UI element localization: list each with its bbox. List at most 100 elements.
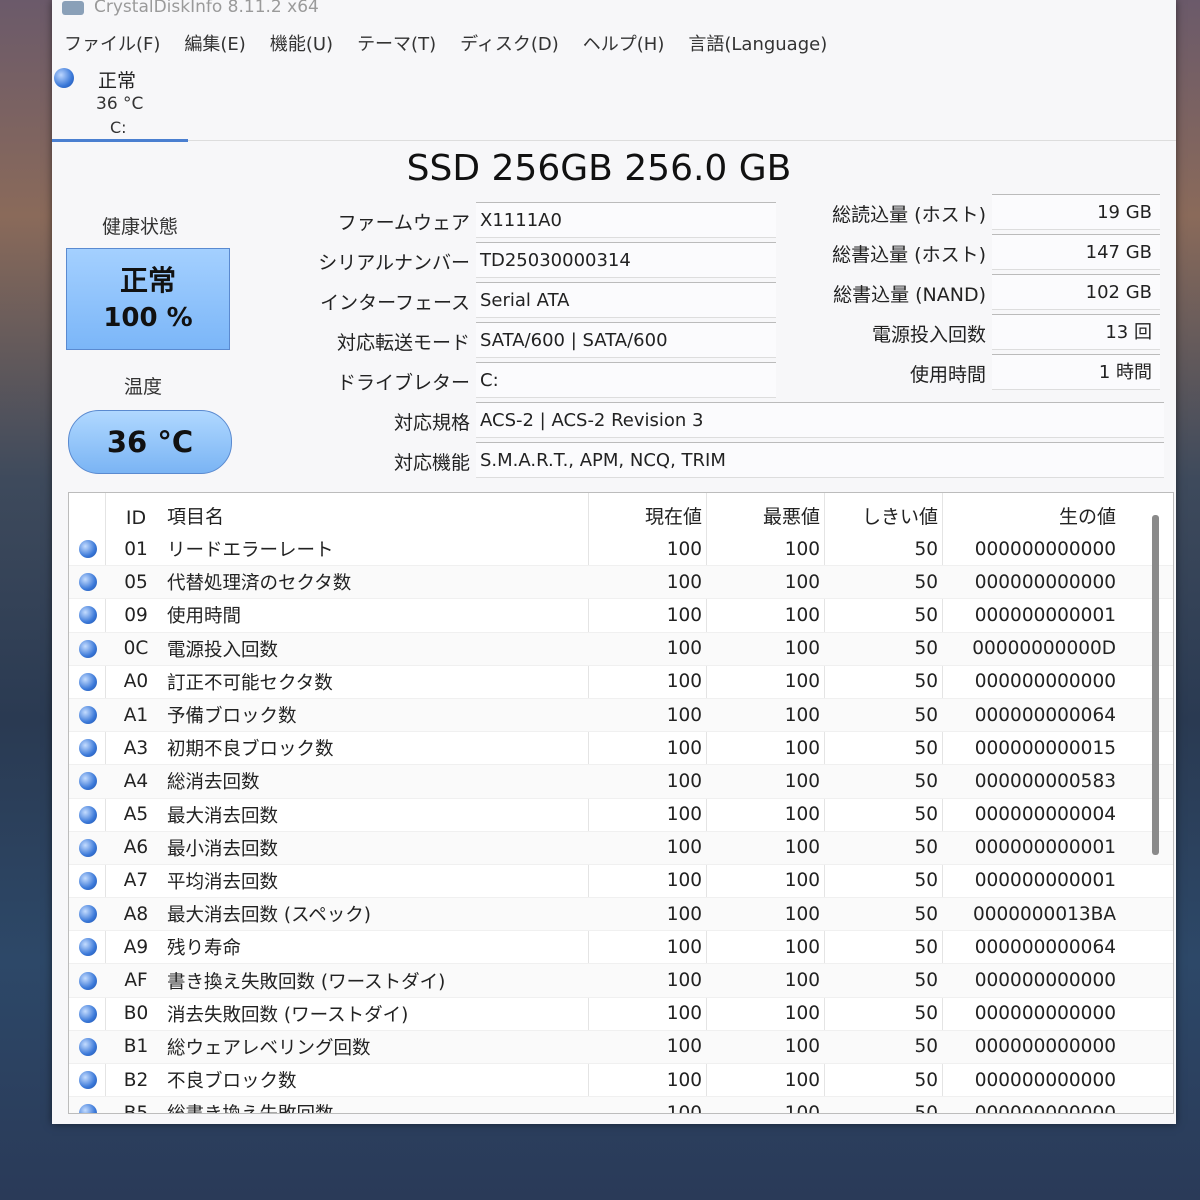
host-reads-label: 総読込量 (ホスト) (832, 204, 986, 226)
serial-label: シリアルナンバー (318, 252, 470, 274)
status-good-icon (79, 938, 97, 957)
nand-writes-value: 102 GB (992, 274, 1160, 310)
cell-id: A0 (123, 671, 149, 693)
cell-worst: 100 (784, 671, 820, 693)
menu-disk[interactable]: ディスク(D) (448, 30, 571, 56)
cell-raw: 000000000000 (974, 970, 1116, 992)
cell-id: A5 (123, 804, 149, 826)
firmware-value: X1111A0 (476, 202, 776, 238)
header-raw[interactable]: 生の値 (944, 502, 1124, 533)
drive-tab-temperature: 36 °C (96, 94, 144, 114)
header-worst[interactable]: 最悪値 (708, 502, 826, 533)
status-cell (69, 540, 107, 559)
cell-threshold: 50 (914, 770, 938, 792)
header-current[interactable]: 現在値 (590, 502, 708, 533)
table-row[interactable]: AF 書き換え失敗回数 (ワーストダイ) 100 100 50 000000000000 (69, 964, 1173, 998)
cell-id: B2 (123, 1069, 149, 1091)
status-cell (69, 871, 107, 890)
menu-file[interactable]: ファイル(F) (52, 30, 172, 56)
power-on-hours-label: 使用時間 (909, 364, 986, 386)
status-good-icon (79, 639, 97, 658)
tab-selected-indicator (52, 139, 188, 142)
cell-name: 平均消去回数 (167, 871, 279, 893)
cell-current: 100 (666, 538, 702, 560)
cell-worst: 100 (784, 837, 820, 859)
table-row[interactable]: A0 訂正不可能セクタ数 100 100 50 000000000000 (69, 666, 1173, 699)
app-window: CrystalDiskInfo 8.11.2 x64 ファイル(F) 編集(E)… (52, 0, 1176, 1124)
table-row[interactable]: A8 最大消去回数 (スペック) 100 100 50 0000000013BA (69, 898, 1173, 932)
table-row[interactable]: A7 平均消去回数 100 100 50 000000000001 (69, 865, 1173, 899)
drive-model-title: SSD 256GB 256.0 GB (406, 148, 792, 189)
drive-letter-value: C: (476, 362, 776, 398)
temperature-button[interactable]: 36 °C (68, 410, 232, 474)
header-threshold[interactable]: しきい値 (826, 502, 944, 533)
drive-tab-c[interactable]: 正常 36 °C C: (52, 62, 188, 140)
menu-function[interactable]: 機能(U) (258, 30, 345, 56)
table-row[interactable]: A5 最大消去回数 100 100 50 000000000004 (69, 799, 1173, 832)
cell-id: 05 (124, 571, 148, 593)
cell-worst: 100 (784, 704, 820, 726)
table-row[interactable]: A3 初期不良ブロック数 100 100 50 000000000015 (69, 732, 1173, 766)
power-on-count-label: 電源投入回数 (871, 324, 986, 346)
cell-worst: 100 (784, 1102, 820, 1114)
cell-id: A3 (123, 737, 149, 759)
cell-current: 100 (666, 571, 702, 593)
cell-name: 最小消去回数 (167, 838, 279, 860)
table-row[interactable]: A9 残り寿命 100 100 50 000000000064 (69, 931, 1173, 965)
status-good-icon (79, 573, 97, 592)
cell-name: 総ウェアレベリング回数 (167, 1037, 371, 1059)
status-good-icon (79, 838, 97, 857)
table-row[interactable]: 0C 電源投入回数 100 100 50 00000000000D (69, 632, 1173, 666)
cell-current: 100 (666, 903, 702, 925)
table-row[interactable]: 09 使用時間 100 100 50 000000000001 (69, 599, 1173, 633)
table-row[interactable]: 01 リードエラーレート 100 100 50 000000000000 (69, 533, 1173, 567)
cell-raw: 000000000000 (974, 671, 1116, 693)
cell-worst: 100 (784, 1003, 820, 1025)
divider (188, 140, 1176, 141)
table-row[interactable]: A6 最小消去回数 100 100 50 000000000001 (69, 831, 1173, 865)
cell-raw: 000000000000 (974, 1069, 1116, 1091)
cell-threshold: 50 (914, 737, 938, 759)
smart-table[interactable]: ID 項目名 現在値 最悪値 しきい値 生の値 01 リードエラーレート 100 10… (68, 492, 1174, 1114)
window-title: CrystalDiskInfo 8.11.2 x64 (94, 0, 319, 17)
cell-threshold: 50 (914, 903, 938, 925)
table-row[interactable]: 05 代替処理済のセクタ数 100 100 50 000000000000 (69, 566, 1173, 600)
header-name[interactable]: 項目名 (165, 502, 590, 533)
health-label: 健康状態 (102, 216, 179, 238)
cell-name: 不良ブロック数 (167, 1071, 297, 1093)
health-status-button[interactable]: 正常 100 % (66, 248, 230, 350)
cell-id: B5 (123, 1102, 149, 1114)
title-bar: CrystalDiskInfo 8.11.2 x64 (52, 0, 1176, 28)
menu-theme[interactable]: テーマ(T) (345, 30, 448, 56)
cell-threshold: 50 (914, 604, 938, 626)
status-good-icon (79, 805, 97, 824)
cell-name: リードエラーレート (167, 540, 334, 562)
features-value: S.M.A.R.T., APM, NCQ, TRIM (476, 442, 1164, 478)
menu-edit[interactable]: 編集(E) (172, 30, 257, 56)
cell-threshold: 50 (914, 671, 938, 693)
table-row[interactable]: A4 総消去回数 100 100 50 000000000583 (69, 765, 1173, 799)
status-good-icon (79, 672, 97, 691)
interface-label: インターフェース (320, 292, 470, 314)
cell-raw: 000000000064 (974, 936, 1116, 958)
standard-label: 対応規格 (393, 412, 470, 434)
cell-raw: 000000000015 (974, 737, 1116, 759)
header-id[interactable]: ID (107, 507, 165, 533)
table-scrollbar[interactable] (1152, 515, 1159, 855)
cell-threshold: 50 (914, 936, 938, 958)
table-row[interactable]: B0 消去失敗回数 (ワーストダイ) 100 100 50 000000000000 (69, 998, 1173, 1031)
status-cell (69, 1004, 107, 1023)
table-row[interactable]: B5 総書き換え失敗回数 100 100 50 000000000000 (69, 1097, 1173, 1114)
status-cell (69, 838, 107, 857)
cell-current: 100 (666, 704, 702, 726)
cell-raw: 000000000001 (974, 870, 1116, 892)
status-cell (69, 805, 107, 824)
status-cell (69, 971, 107, 990)
table-row[interactable]: A1 予備ブロック数 100 100 50 000000000064 (69, 698, 1173, 733)
table-row[interactable]: B1 総ウェアレベリング回数 100 100 50 000000000000 (69, 1030, 1173, 1064)
table-row[interactable]: B2 不良ブロック数 100 100 50 000000000000 (69, 1064, 1173, 1098)
status-good-icon (79, 1104, 97, 1113)
menu-language[interactable]: 言語(Language) (676, 30, 839, 56)
menu-help[interactable]: ヘルプ(H) (571, 30, 677, 56)
power-on-hours-value: 1 時間 (992, 354, 1160, 390)
